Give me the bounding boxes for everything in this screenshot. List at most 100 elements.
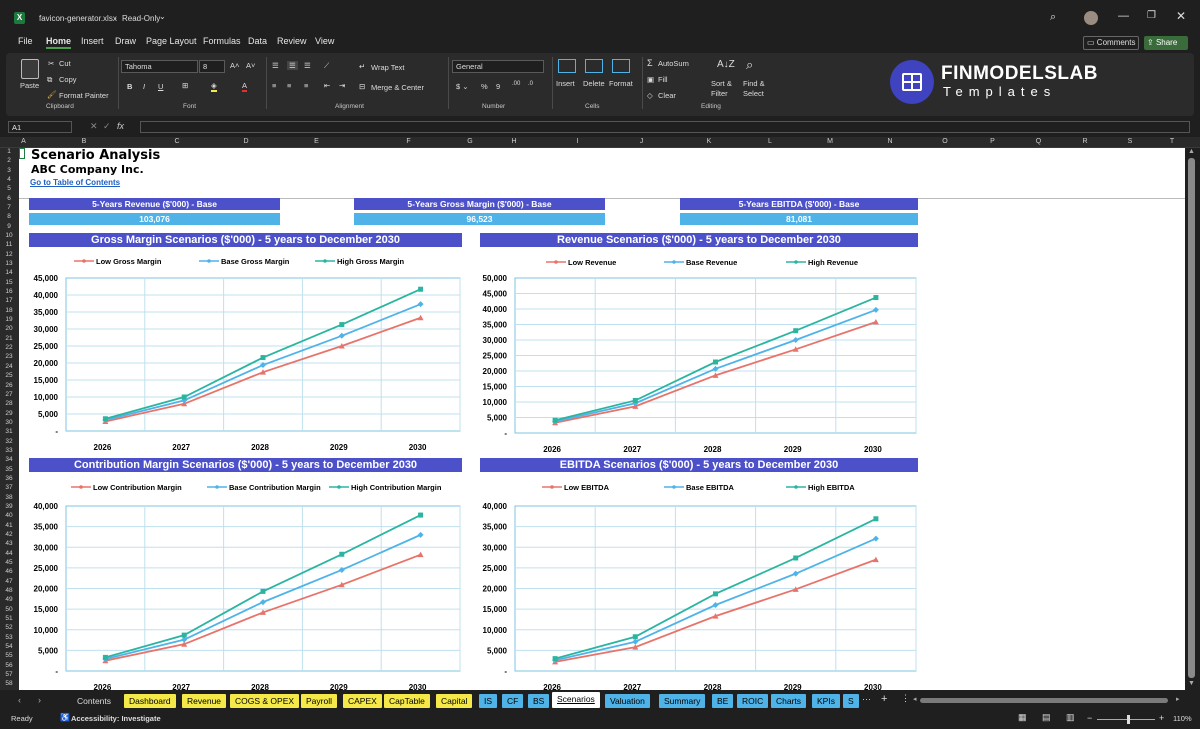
row-header[interactable]: 8: [0, 213, 18, 220]
font-name-select[interactable]: Tahoma: [121, 60, 198, 73]
row-header[interactable]: 5: [0, 185, 18, 192]
tab-review[interactable]: Review: [277, 36, 307, 46]
horizontal-scrollbar[interactable]: [920, 698, 1168, 703]
row-header[interactable]: 41: [0, 522, 18, 529]
tab-data[interactable]: Data: [248, 36, 267, 46]
row-header[interactable]: 31: [0, 428, 18, 435]
search-icon[interactable]: ⌕: [1050, 11, 1056, 24]
page-layout-view-icon[interactable]: ▤: [1042, 712, 1051, 723]
sheet-tab-capex[interactable]: CAPEX: [343, 694, 382, 708]
sheet-tab-revenue[interactable]: Revenue: [182, 694, 227, 708]
percent-icon[interactable]: %: [481, 82, 488, 91]
share-button[interactable]: ⇪ Share: [1144, 36, 1188, 50]
increase-decimal-icon[interactable]: .00: [512, 81, 520, 87]
row-header[interactable]: 33: [0, 447, 18, 454]
align-right-icon[interactable]: ≡: [304, 81, 308, 90]
font-size-select[interactable]: 8: [199, 60, 225, 73]
row-header[interactable]: 7: [0, 204, 18, 211]
avatar[interactable]: [1084, 11, 1098, 25]
align-bottom-icon[interactable]: ☰: [304, 61, 311, 70]
sheet-tab-charts[interactable]: Charts: [771, 694, 807, 708]
column-header-k[interactable]: K: [678, 138, 740, 145]
row-header[interactable]: 11: [0, 241, 18, 248]
row-header[interactable]: 18: [0, 307, 18, 314]
row-header[interactable]: 50: [0, 606, 18, 613]
tab-view[interactable]: View: [315, 36, 334, 46]
row-header[interactable]: 40: [0, 512, 18, 519]
normal-view-icon[interactable]: ▦: [1018, 712, 1027, 723]
fx-icon[interactable]: fx: [117, 121, 124, 131]
sheet-tab-cf[interactable]: CF: [502, 694, 524, 708]
zoom-level[interactable]: 110%: [1173, 714, 1192, 723]
row-header[interactable]: 58: [0, 680, 18, 687]
column-header-l[interactable]: L: [740, 138, 800, 145]
row-header[interactable]: 22: [0, 344, 18, 351]
italic-button[interactable]: I: [143, 82, 145, 91]
row-header[interactable]: 55: [0, 652, 18, 659]
column-header-j[interactable]: J: [605, 138, 678, 145]
scroll-up-icon[interactable]: ▲: [1188, 148, 1195, 155]
orientation-icon[interactable]: ⟋: [324, 61, 329, 71]
align-middle-icon[interactable]: ☰: [287, 61, 298, 70]
zoom-slider[interactable]: [1097, 719, 1155, 720]
row-header[interactable]: 28: [0, 400, 18, 407]
font-color-icon[interactable]: A: [242, 81, 248, 92]
paste-icon[interactable]: [21, 59, 39, 79]
row-header[interactable]: 34: [0, 456, 18, 463]
tab-draw[interactable]: Draw: [115, 36, 136, 46]
row-header[interactable]: 57: [0, 671, 18, 678]
row-header[interactable]: 44: [0, 550, 18, 557]
row-header[interactable]: 38: [0, 494, 18, 501]
row-header[interactable]: 12: [0, 251, 18, 258]
row-header[interactable]: 25: [0, 372, 18, 379]
insert-cells-button[interactable]: Insert: [556, 79, 575, 88]
column-header-h[interactable]: H: [478, 138, 550, 145]
row-header[interactable]: 51: [0, 615, 18, 622]
zoom-thumb[interactable]: [1127, 715, 1130, 724]
align-center-icon[interactable]: ≡: [287, 81, 291, 90]
row-header[interactable]: 39: [0, 503, 18, 510]
row-header[interactable]: 9: [0, 223, 18, 230]
insert-cells-icon[interactable]: [558, 59, 576, 73]
sheet-tab-capital[interactable]: Capital: [436, 694, 473, 708]
row-header[interactable]: 16: [0, 288, 18, 295]
decrease-font-icon[interactable]: A˅: [246, 61, 255, 70]
sheet-tab-s[interactable]: S: [843, 694, 859, 708]
format-cells-button[interactable]: Format: [609, 79, 633, 88]
comments-button[interactable]: ▭ Comments: [1083, 36, 1139, 50]
underline-button[interactable]: U: [158, 82, 163, 91]
restore-icon[interactable]: ❐: [1147, 10, 1156, 21]
column-header-c[interactable]: C: [140, 138, 214, 145]
column-header-g[interactable]: G: [462, 138, 478, 145]
row-header[interactable]: 49: [0, 596, 18, 603]
row-header[interactable]: 35: [0, 466, 18, 473]
column-header-t[interactable]: T: [1152, 138, 1192, 145]
column-header-n[interactable]: N: [860, 138, 920, 145]
close-icon[interactable]: ✕: [1176, 9, 1186, 23]
borders-icon[interactable]: ⊞: [182, 81, 188, 90]
vertical-scrollbar[interactable]: ▲ ▼: [1185, 148, 1200, 690]
autosum-button[interactable]: AutoSum: [658, 59, 689, 68]
column-header-e[interactable]: E: [278, 138, 355, 145]
row-header[interactable]: 26: [0, 382, 18, 389]
sheet-tab-valuation[interactable]: Valuation: [605, 694, 650, 708]
sheet-tab-be[interactable]: BE: [712, 694, 734, 708]
tab-formulas[interactable]: Formulas: [203, 36, 241, 46]
tab-page-layout[interactable]: Page Layout: [146, 36, 197, 46]
fill-button[interactable]: Fill: [658, 75, 668, 84]
sheet-tab-kpis[interactable]: KPIs: [812, 694, 840, 708]
sheet-tab-captable[interactable]: CapTable: [384, 694, 430, 708]
align-left-icon[interactable]: ≡: [272, 81, 276, 90]
worksheet[interactable]: Scenario Analysis ABC Company Inc. Go to…: [19, 148, 1185, 690]
column-header-d[interactable]: D: [214, 138, 278, 145]
column-header-i[interactable]: I: [550, 138, 605, 145]
column-header-o[interactable]: O: [920, 138, 970, 145]
format-painter-button[interactable]: Format Painter: [59, 91, 109, 100]
clear-button[interactable]: Clear: [658, 91, 676, 100]
row-header[interactable]: 4: [0, 176, 18, 183]
row-header[interactable]: 48: [0, 587, 18, 594]
minimize-icon[interactable]: —: [1118, 10, 1129, 22]
row-header[interactable]: 10: [0, 232, 18, 239]
row-header[interactable]: 21: [0, 335, 18, 342]
row-header[interactable]: 52: [0, 624, 18, 631]
